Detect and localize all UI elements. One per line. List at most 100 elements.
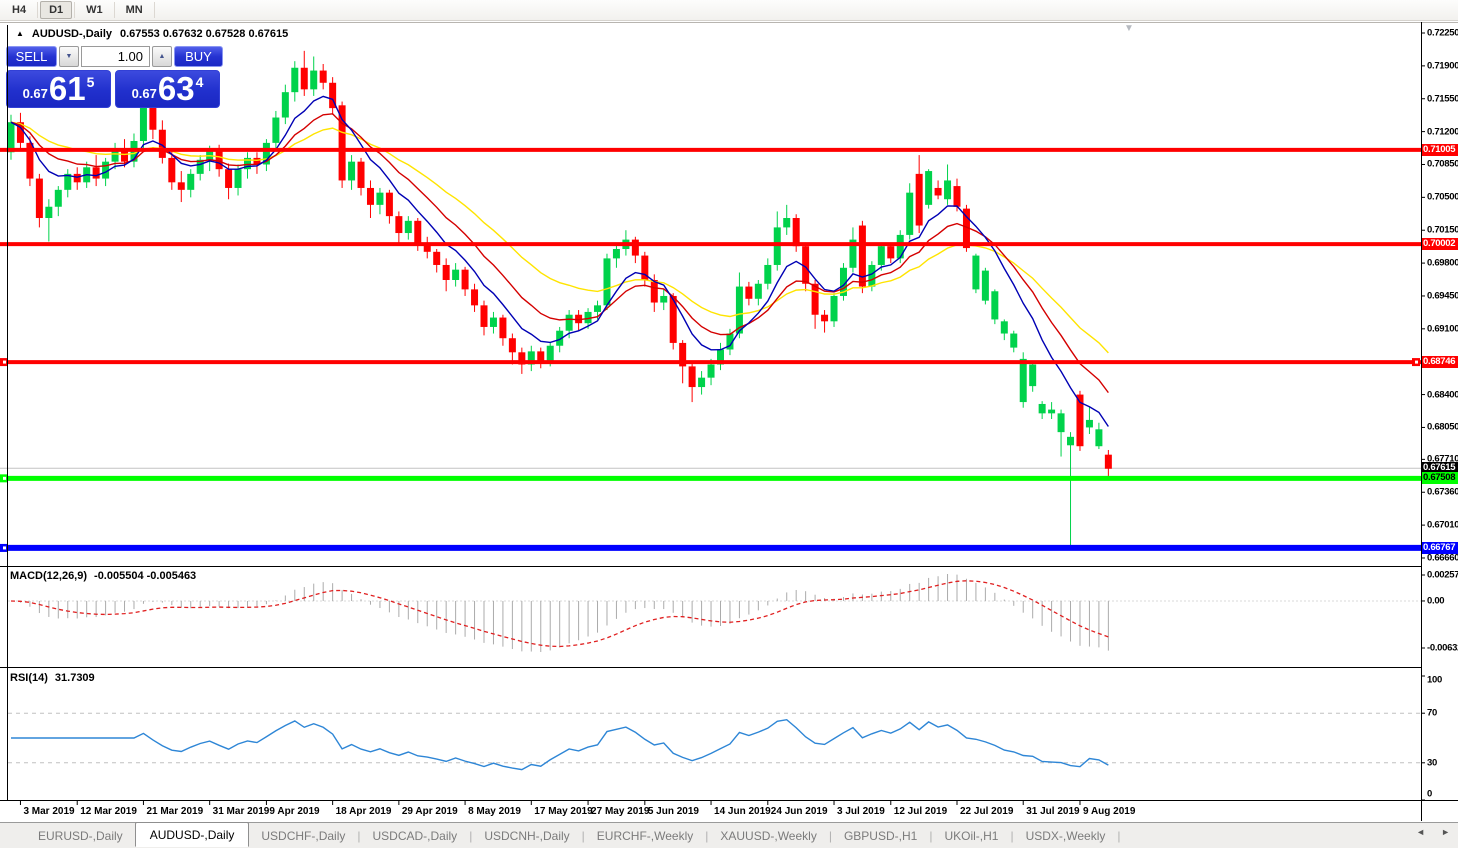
rsi-value: 31.7309: [54, 672, 95, 684]
price-tick-label: 0.67010: [1427, 519, 1458, 531]
symbol-title: AUDUSD-,Daily: [31, 27, 112, 40]
rsi-panel-divider[interactable]: [0, 667, 1421, 668]
date-tick-label: 5 Jun 2019: [647, 806, 699, 817]
timeframe-button-h4[interactable]: H4: [3, 1, 35, 19]
chart-shift-marker-icon[interactable]: ▼: [1124, 23, 1134, 34]
price-tick-label: 0.68050: [1427, 421, 1458, 433]
tab-ukoil-h1[interactable]: UKOil-,H1: [932, 825, 1010, 847]
toolbar-separator: [153, 2, 155, 18]
price-tick-label: 0.71550: [1427, 93, 1458, 105]
volume-increase-button[interactable]: ▲: [152, 46, 172, 67]
chart-tab-bar: EURUSD-,Daily AUDUSD-,Daily USDCHF-,Daily |…: [0, 821, 1458, 848]
sell-button[interactable]: SELL: [6, 46, 57, 67]
rsi-axis-label: 70: [1427, 707, 1437, 719]
sell-price-sup: 5: [86, 73, 95, 90]
macd-indicator-title: MACD(12,26,9) -0.005504 -0.005463: [10, 570, 196, 582]
buy-button[interactable]: BUY: [174, 46, 223, 67]
price-level-badge: 0.66767: [1422, 541, 1458, 554]
toolbar-separator: [113, 2, 115, 18]
rsi-axis-label: 100: [1427, 674, 1442, 686]
date-tick-label: 27 May 2019: [591, 806, 650, 817]
date-tick-label: 3 Mar 2019: [23, 806, 75, 817]
buy-price-sup: 4: [195, 73, 204, 90]
price-tick-label: 0.70850: [1427, 158, 1458, 170]
collapse-panel-icon[interactable]: ▲: [16, 29, 24, 39]
date-tick-label: 29 Apr 2019: [401, 806, 458, 817]
chart-window[interactable]: [0, 22, 1458, 822]
rsi-indicator-title: RSI(14) 31.7309: [10, 672, 95, 684]
tab-separator: |: [1117, 828, 1121, 843]
tab-audusd-daily[interactable]: AUDUSD-,Daily: [134, 821, 250, 847]
date-tick-label: 9 Aug 2019: [1082, 806, 1136, 817]
rsi-label: RSI(14): [10, 672, 48, 684]
volume-decrease-button[interactable]: ▼: [59, 46, 79, 67]
tab-gbpusd-h1[interactable]: GBPUSD-,H1: [832, 825, 929, 847]
chart-left-frame: [7, 25, 8, 800]
price-tick-label: 0.68400: [1427, 389, 1458, 401]
date-tick-label: 12 Mar 2019: [80, 806, 137, 817]
macd-axis-label: 0.00: [1427, 595, 1445, 607]
spin-down-icon: ▼: [65, 53, 73, 60]
sell-price-box[interactable]: 0.67 61 5: [6, 70, 111, 108]
tab-usdcad-daily[interactable]: USDCAD-,Daily: [361, 825, 470, 847]
toolbar-separator: [37, 2, 39, 18]
date-tick-label: 12 Jul 2019: [893, 806, 948, 817]
macd-panel-divider[interactable]: [0, 566, 1421, 567]
date-axis-divider: [0, 800, 1458, 801]
tab-scroll-right-icon[interactable]: ►: [1441, 827, 1450, 837]
tab-scroll-arrows: ◄ ►: [1416, 827, 1450, 837]
price-tick-label: 0.71900: [1427, 60, 1458, 72]
price-tick-label: 0.72250: [1427, 27, 1458, 39]
timeframe-button-d1[interactable]: D1: [40, 1, 73, 19]
timeframe-button-w1[interactable]: W1: [77, 1, 112, 19]
macd-values: -0.005504 -0.005463: [94, 570, 197, 582]
buy-price-big: 63: [157, 70, 195, 107]
price-axis-divider: [1421, 22, 1422, 821]
date-tick-label: 14 Jun 2019: [714, 806, 771, 817]
price-tick-label: 0.66660: [1427, 552, 1458, 564]
date-tick-label: 3 Jul 2019: [837, 806, 885, 817]
price-level-badge: 0.70002: [1422, 238, 1458, 251]
ohlc-values: 0.67553 0.67632 0.67528 0.67615: [120, 27, 289, 40]
rsi-axis-label: 30: [1427, 757, 1437, 769]
tab-usdx-weekly[interactable]: USDX-,Weekly: [1014, 825, 1118, 847]
date-tick-label: 22 Jul 2019: [960, 806, 1014, 817]
tab-usdcnh-daily[interactable]: USDCNH-,Daily: [472, 825, 581, 847]
price-tick-label: 0.71200: [1427, 126, 1458, 138]
price-level-badge: 0.71005: [1422, 143, 1458, 156]
sell-price-prefix: 0.67: [22, 86, 48, 101]
buy-price-prefix: 0.67: [131, 86, 157, 101]
tab-eurusd-daily[interactable]: EURUSD-,Daily: [26, 825, 135, 847]
macd-axis-label: 0.002574: [1427, 569, 1458, 581]
date-tick-label: 9 Apr 2019: [269, 806, 320, 817]
tab-eurchf-weekly[interactable]: EURCHF-,Weekly: [585, 825, 705, 847]
rsi-axis-label: 0: [1427, 788, 1432, 800]
timeframe-toolbar: H4 D1 W1 MN: [0, 0, 1458, 21]
trading-terminal-window: H4 D1 W1 MN ▲ AUDUSD-,Daily 0.67553 0.67632…: [0, 0, 1458, 848]
price-level-badge: 0.67508: [1422, 472, 1458, 485]
timeframe-button-mn[interactable]: MN: [117, 1, 152, 19]
macd-axis-label: -0.00632: [1427, 642, 1458, 654]
spin-up-icon: ▲: [158, 53, 166, 60]
one-click-trading-panel: SELL ▼ 1.00 ▲ BUY 0.67 61 5 0.67 63 4: [6, 46, 225, 108]
volume-input[interactable]: 1.00: [81, 46, 150, 67]
buy-price-box[interactable]: 0.67 63 4: [115, 70, 220, 108]
macd-label: MACD(12,26,9): [10, 570, 88, 582]
tab-scroll-left-icon[interactable]: ◄: [1416, 827, 1425, 837]
date-tick-label: 31 Mar 2019: [212, 806, 270, 817]
date-tick-label: 31 Jul 2019: [1026, 806, 1080, 817]
price-level-badge: 0.68746: [1422, 356, 1458, 369]
tab-xauusd-weekly[interactable]: XAUUSD-,Weekly: [708, 825, 828, 847]
price-tick-label: 0.69800: [1427, 257, 1458, 269]
date-tick-label: 24 Jun 2019: [770, 806, 828, 817]
price-tick-label: 0.70150: [1427, 224, 1458, 236]
price-tick-label: 0.70500: [1427, 191, 1458, 203]
date-tick-label: 21 Mar 2019: [146, 806, 204, 817]
toolbar-separator: [74, 2, 76, 18]
symbol-info-line: ▲ AUDUSD-,Daily 0.67553 0.67632 0.67528 …: [16, 27, 288, 40]
price-tick-label: 0.67360: [1427, 486, 1458, 498]
tab-usdchf-daily[interactable]: USDCHF-,Daily: [249, 825, 357, 847]
date-tick-label: 18 Apr 2019: [335, 806, 392, 817]
sell-price-big: 61: [48, 70, 86, 107]
date-tick-label: 8 May 2019: [468, 806, 521, 817]
